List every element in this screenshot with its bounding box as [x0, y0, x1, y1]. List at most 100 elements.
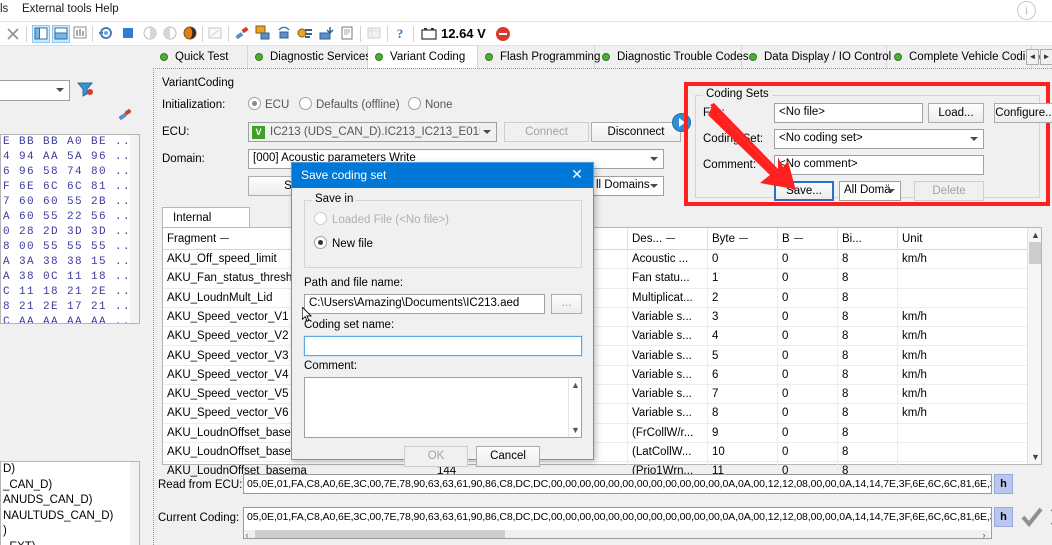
radio-init-none[interactable]: [408, 97, 421, 110]
hex-row[interactable]: E BB BB A0 BE ...: [1, 135, 139, 150]
current-coding-hscrollbar[interactable]: ‹ ›: [244, 530, 990, 538]
internal-coding-tab[interactable]: Internal Coding: [162, 207, 250, 244]
close-icon[interactable]: [4, 25, 22, 43]
hex-row[interactable]: A 3A 38 38 15 ...: [1, 255, 139, 270]
hex-row[interactable]: C AA AA AA AA ...: [1, 315, 139, 323]
tab-complete-vehicle-coding[interactable]: Complete Vehicle Coding: [887, 46, 1038, 68]
tab-data-display-io-control[interactable]: Data Display / IO Control: [742, 46, 891, 68]
disconnect-icon[interactable]: [494, 25, 512, 43]
tab-scroll-left-button[interactable]: ◄: [1026, 49, 1039, 65]
load-button[interactable]: Load...: [928, 103, 984, 123]
cross-icon[interactable]: [1048, 505, 1052, 535]
domain-scope-select[interactable]: ll Domains: [591, 176, 664, 196]
hex-row[interactable]: 8 21 2E 17 21 ...: [1, 300, 139, 315]
filter-select[interactable]: r active: [0, 80, 70, 101]
col-b[interactable]: B: [778, 228, 838, 250]
ecu-network-icon[interactable]: [255, 25, 273, 43]
wireless-ecu-icon[interactable]: [276, 25, 294, 43]
dialog-titlebar[interactable]: Save coding set ✕: [292, 163, 593, 188]
hex-row[interactable]: 6 96 58 74 80 ...: [1, 165, 139, 180]
layout-split-vertical-icon[interactable]: [32, 25, 50, 43]
delete-button[interactable]: Delete: [914, 181, 984, 201]
ecu-select[interactable]: V IC213 (UDS_CAN_D).IC213_IC213_E015_AeJ…: [248, 122, 497, 142]
list-item[interactable]: ANUDS_CAN_D): [1, 493, 139, 509]
browse-button[interactable]: ...: [551, 294, 582, 314]
list-item[interactable]: NAULTUDS_CAN_D): [1, 509, 139, 525]
hex-row[interactable]: A 60 55 22 56 ...: [1, 210, 139, 225]
tab-quick-test[interactable]: Quick Test: [153, 46, 248, 68]
layout-columns-icon[interactable]: [72, 25, 90, 43]
ok-button[interactable]: OK: [404, 446, 468, 467]
menu-item-external-tools[interactable]: External tools: [22, 3, 92, 15]
read-from-ecu-field[interactable]: 05,0E,01,FA,C8,A0,6E,3C,00,7E,78,90,63,6…: [243, 474, 992, 494]
report-page-icon[interactable]: [339, 25, 357, 43]
list-item[interactable]: _EXT): [1, 540, 139, 545]
protocol-list-scrollbar[interactable]: [130, 462, 139, 545]
col-byte[interactable]: Byte: [708, 228, 778, 250]
contrast-half-icon[interactable]: [142, 25, 160, 43]
current-coding-field[interactable]: 05,0E,01,FA,C8,A0,6E,3C,00,7E,78,90,63,6…: [243, 507, 992, 539]
contrast-half-2-icon[interactable]: [162, 25, 180, 43]
hex-row[interactable]: 4 94 AA 5A 96 ...: [1, 150, 139, 165]
filter-funnel-icon[interactable]: [76, 80, 94, 98]
connect-button[interactable]: Connect: [504, 122, 589, 142]
help-question-icon[interactable]: ?: [392, 25, 410, 43]
scroll-down-icon[interactable]: ▼: [571, 425, 580, 435]
hex-row[interactable]: F 6E 6C 6C 81 ...: [1, 180, 139, 195]
hscroll-thumb[interactable]: [255, 530, 505, 538]
tab-variant-coding[interactable]: Variant Coding: [368, 46, 478, 68]
save-scope-select[interactable]: All Domä: [839, 181, 901, 201]
info-icon[interactable]: i: [1017, 1, 1036, 20]
hscroll-right-icon[interactable]: ›: [978, 530, 990, 538]
radio-new-file[interactable]: [314, 236, 327, 249]
hex-data-list[interactable]: E BB BB A0 BE ... 4 94 AA 5A 96 ... 6 96 5…: [0, 134, 140, 324]
menu-item-help[interactable]: Help: [95, 3, 119, 15]
radio-init-defaults[interactable]: [299, 97, 312, 110]
column-resize-handle-icon[interactable]: [220, 238, 230, 240]
tab-diagnostic-services[interactable]: Diagnostic Services: [248, 46, 371, 68]
path-input[interactable]: C:\Users\Amazing\Documents\IC213.aed: [304, 294, 545, 314]
table-scrollbar-thumb[interactable]: [1029, 242, 1041, 264]
ecu-identify-icon[interactable]: [297, 25, 315, 43]
column-resize-handle-icon[interactable]: [793, 238, 803, 240]
disconnect-button[interactable]: Disconnect: [591, 122, 681, 142]
hex-row[interactable]: 7 60 60 55 2B ...: [1, 195, 139, 210]
col-desc[interactable]: Des...: [628, 228, 708, 250]
screenshot-icon[interactable]: [207, 25, 225, 43]
scroll-down-icon[interactable]: ▼: [1031, 452, 1040, 462]
list-item[interactable]: D): [1, 462, 139, 478]
ecu-protocol-list[interactable]: D)_CAN_D)ANUDS_CAN_D)NAULTUDS_CAN_D))_EX…: [0, 461, 140, 545]
list-item[interactable]: ): [1, 524, 139, 540]
hex-row[interactable]: C 11 18 21 2E ...: [1, 285, 139, 300]
settings-gear-icon[interactable]: [98, 25, 116, 43]
connect-plug-icon[interactable]: [234, 25, 252, 43]
close-icon[interactable]: ✕: [569, 167, 585, 183]
col-unit[interactable]: Unit: [898, 228, 973, 250]
scroll-up-icon[interactable]: ▲: [1031, 230, 1040, 240]
scroll-up-icon[interactable]: ▲: [571, 380, 580, 390]
comment-scrollbar[interactable]: ▲ ▼: [568, 378, 581, 437]
hex-row[interactable]: 0 28 2D 3D 3D ...: [1, 225, 139, 240]
coding-set-name-input[interactable]: [303, 335, 583, 357]
menu-item-tools[interactable]: ls: [0, 3, 8, 15]
ecu-download-icon[interactable]: [318, 25, 336, 43]
list-item[interactable]: _CAN_D): [1, 478, 139, 494]
radio-init-ecu[interactable]: [248, 97, 261, 110]
tab-scroll-right-button[interactable]: ►: [1040, 49, 1052, 65]
column-resize-handle-icon[interactable]: [666, 238, 676, 240]
hex-row[interactable]: 8 00 55 55 55 ...: [1, 240, 139, 255]
hex-row[interactable]: A 38 0C 11 18 ...: [1, 270, 139, 285]
tab-flash-programming[interactable]: Flash Programming: [478, 46, 600, 68]
configure-button[interactable]: Configure...: [994, 103, 1052, 123]
globe-icon[interactable]: [182, 25, 200, 43]
column-resize-handle-icon[interactable]: [739, 238, 749, 240]
col-bi[interactable]: Bi...: [838, 228, 898, 250]
stop-square-icon[interactable]: [120, 25, 138, 43]
layout-split-horizontal-icon[interactable]: [52, 25, 70, 43]
tab-diagnostic-trouble-codes[interactable]: Diagnostic Trouble Codes: [595, 46, 749, 68]
table-scrollbar[interactable]: ▲ ▼: [1027, 228, 1041, 464]
pin-icon[interactable]: [116, 106, 134, 124]
cancel-button[interactable]: Cancel: [476, 446, 540, 467]
checkmark-icon[interactable]: [1020, 505, 1044, 535]
hex-list-scrollbar[interactable]: [130, 135, 139, 323]
